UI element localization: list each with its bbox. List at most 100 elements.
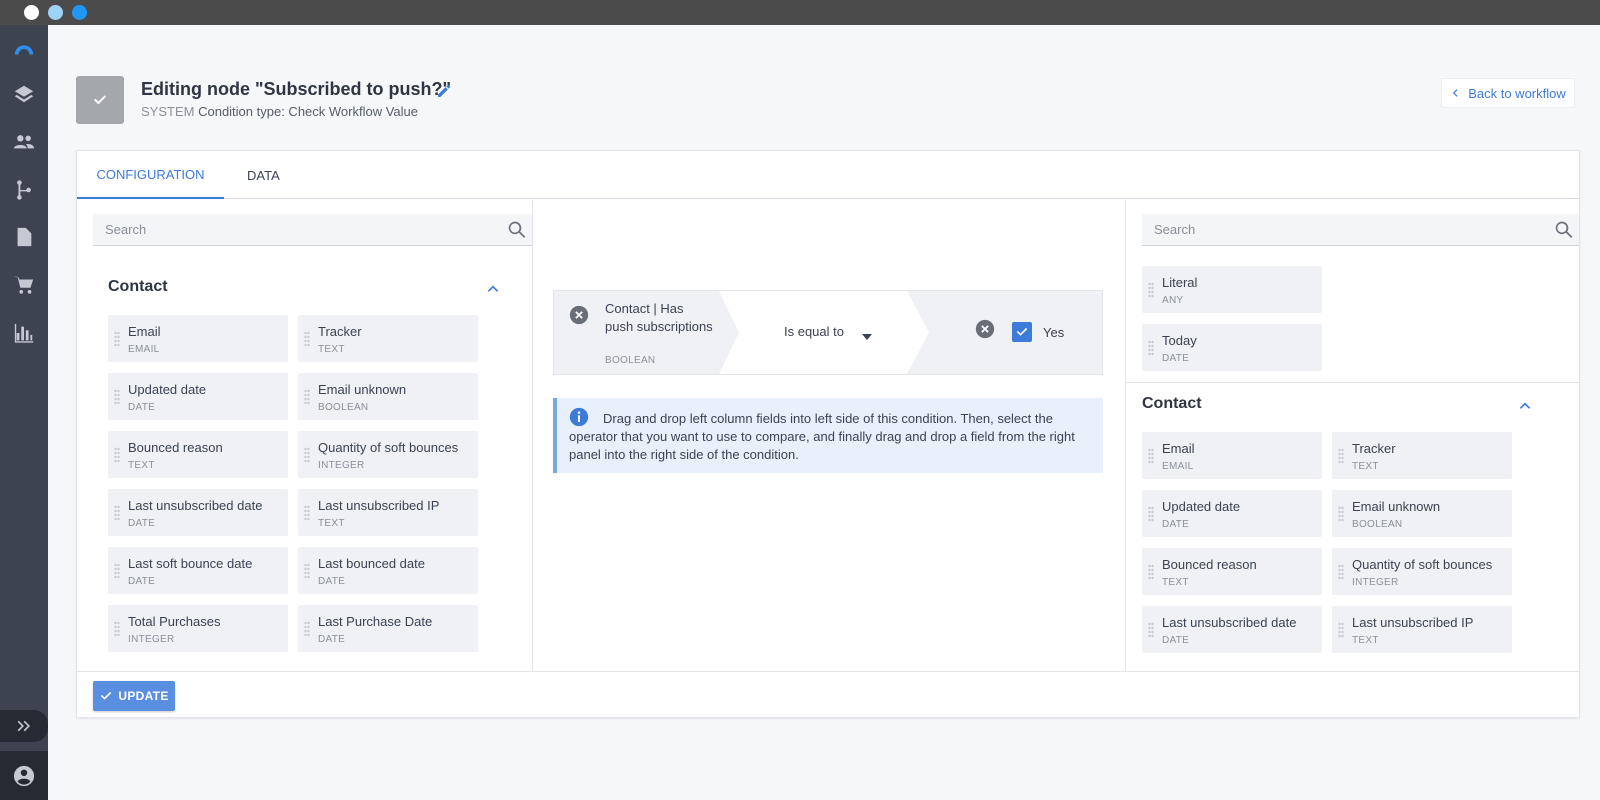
- field-last-unsubscribed-date[interactable]: Last unsubscribed date DATE: [1142, 606, 1322, 653]
- drag-handle-icon[interactable]: [304, 621, 310, 637]
- field-type: INTEGER: [1352, 577, 1399, 588]
- field-name: Total Purchases: [128, 614, 221, 629]
- chevron-up-icon: [1519, 402, 1531, 409]
- drag-handle-icon[interactable]: [1148, 564, 1154, 580]
- drag-handle-icon[interactable]: [1148, 282, 1154, 298]
- drag-handle-icon[interactable]: [114, 331, 120, 347]
- field-updated-date[interactable]: Updated date DATE: [1142, 490, 1322, 537]
- drag-handle-icon[interactable]: [114, 563, 120, 579]
- field-quantity-soft-bounces[interactable]: Quantity of soft bounces INTEGER: [298, 431, 478, 478]
- field-type: BOOLEAN: [1352, 519, 1403, 530]
- logo-icon[interactable]: [10, 35, 38, 63]
- search-icon[interactable]: [1554, 220, 1574, 240]
- drag-handle-icon[interactable]: [304, 389, 310, 405]
- right-search: [1142, 214, 1579, 246]
- field-last-unsubscribed-ip[interactable]: Last unsubscribed IP TEXT: [1332, 606, 1512, 653]
- drag-handle-icon[interactable]: [114, 621, 120, 637]
- field-bounced-reason[interactable]: Bounced reason TEXT: [108, 431, 288, 478]
- clear-right-operand-button[interactable]: [975, 319, 995, 339]
- operator-select[interactable]: Is equal to: [719, 291, 929, 374]
- field-total-purchases[interactable]: Total Purchases INTEGER: [108, 605, 288, 652]
- collapse-contact-button[interactable]: [486, 282, 500, 296]
- field-updated-date[interactable]: Updated date DATE: [108, 373, 288, 420]
- drag-handle-icon[interactable]: [1148, 622, 1154, 638]
- drag-handle-icon[interactable]: [1148, 340, 1154, 356]
- document-icon[interactable]: [10, 223, 38, 251]
- field-name: Last unsubscribed IP: [318, 498, 440, 513]
- check-icon: [101, 691, 112, 700]
- field-type: DATE: [318, 634, 346, 645]
- drag-handle-icon[interactable]: [1338, 448, 1344, 464]
- field-tracker[interactable]: Tracker TEXT: [298, 315, 478, 362]
- field-name: Today: [1162, 333, 1197, 348]
- back-to-workflow-button[interactable]: Back to workflow: [1441, 78, 1575, 108]
- field-last-bounced-date[interactable]: Last bounced date DATE: [298, 547, 478, 594]
- left-search-input[interactable]: [93, 214, 493, 245]
- double-chevron-right-icon: [17, 720, 30, 732]
- drag-handle-icon[interactable]: [114, 447, 120, 463]
- right-value-label: Yes: [1043, 325, 1065, 340]
- field-name: Last unsubscribed IP: [1352, 615, 1474, 630]
- update-button-label: UPDATE: [118, 689, 169, 703]
- cart-icon[interactable]: [10, 271, 38, 299]
- contacts-icon[interactable]: [10, 128, 38, 156]
- right-fields-panel: LiteralANY TodayDATE Contact EmailEMAIL …: [1125, 200, 1579, 671]
- field-email-unknown[interactable]: Email unknown BOOLEAN: [298, 373, 478, 420]
- field-quantity-soft-bounces[interactable]: Quantity of soft bounces INTEGER: [1332, 548, 1512, 595]
- field-name: Quantity of soft bounces: [318, 440, 459, 455]
- window-maximize-button[interactable]: [72, 5, 87, 20]
- chevron-left-icon: [1453, 89, 1458, 97]
- edit-title-button[interactable]: [436, 83, 452, 99]
- field-email[interactable]: Email EMAIL: [1142, 432, 1322, 479]
- tab-configuration[interactable]: CONFIGURATION: [77, 151, 224, 199]
- expand-sidebar-button[interactable]: [0, 710, 48, 742]
- drag-handle-icon[interactable]: [304, 505, 310, 521]
- drag-handle-icon[interactable]: [304, 447, 310, 463]
- field-literal[interactable]: Literal ANY: [1142, 266, 1322, 313]
- field-name: Updated date: [1162, 499, 1241, 514]
- drag-handle-icon[interactable]: [304, 331, 310, 347]
- drag-handle-icon[interactable]: [1148, 506, 1154, 522]
- field-last-purchase-date[interactable]: Last Purchase Date DATE: [298, 605, 478, 652]
- field-email[interactable]: Email EMAIL: [108, 315, 288, 362]
- user-avatar-button[interactable]: [0, 751, 48, 800]
- window-close-button[interactable]: [24, 5, 39, 20]
- field-type: TEXT: [318, 518, 345, 529]
- caret-down-icon[interactable]: [862, 329, 872, 340]
- drag-handle-icon[interactable]: [114, 505, 120, 521]
- drag-handle-icon[interactable]: [1338, 506, 1344, 522]
- clear-left-operand-button[interactable]: [569, 305, 589, 325]
- drag-handle-icon[interactable]: [1338, 622, 1344, 638]
- left-operand-label[interactable]: Contact | Has push subscriptions: [605, 300, 715, 336]
- field-tracker[interactable]: Tracker TEXT: [1332, 432, 1512, 479]
- right-value-checkbox[interactable]: [1012, 322, 1032, 342]
- user-icon: [13, 765, 35, 786]
- field-today[interactable]: Today DATE: [1142, 324, 1322, 371]
- field-name: Last unsubscribed date: [1162, 615, 1297, 630]
- field-type: TEXT: [318, 344, 345, 355]
- literal-grid: Literal ANY Today DATE: [1142, 266, 1322, 371]
- field-email-unknown[interactable]: Email unknown BOOLEAN: [1332, 490, 1512, 537]
- drag-handle-icon[interactable]: [1338, 564, 1344, 580]
- collapse-contact-button[interactable]: [1518, 399, 1532, 413]
- layers-icon[interactable]: [10, 80, 38, 108]
- chart-icon[interactable]: [10, 319, 38, 347]
- drag-handle-icon[interactable]: [304, 563, 310, 579]
- workflow-icon[interactable]: [10, 176, 38, 204]
- tab-data[interactable]: DATA: [224, 151, 303, 199]
- window-minimize-button[interactable]: [48, 5, 63, 20]
- left-section-title: Contact: [108, 278, 168, 295]
- drag-handle-icon[interactable]: [1148, 448, 1154, 464]
- check-icon: [94, 95, 106, 105]
- search-icon[interactable]: [507, 220, 527, 240]
- node-subtitle: SYSTEM Condition type: Check Workflow Va…: [141, 104, 418, 119]
- field-last-unsubscribed-date[interactable]: Last unsubscribed date DATE: [108, 489, 288, 536]
- update-button[interactable]: UPDATE: [93, 681, 175, 711]
- drag-handle-icon[interactable]: [114, 389, 120, 405]
- field-last-unsubscribed-ip[interactable]: Last unsubscribed IP TEXT: [298, 489, 478, 536]
- system-label: SYSTEM: [141, 104, 195, 119]
- field-bounced-reason[interactable]: Bounced reason TEXT: [1142, 548, 1322, 595]
- field-last-soft-bounce-date[interactable]: Last soft bounce date DATE: [108, 547, 288, 594]
- operator-label: Is equal to: [784, 324, 844, 339]
- right-search-input[interactable]: [1142, 214, 1542, 245]
